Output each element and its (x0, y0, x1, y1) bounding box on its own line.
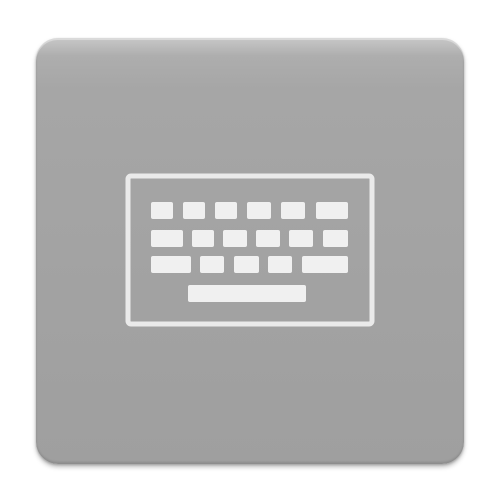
canvas (0, 0, 500, 500)
keyboard-app-icon[interactable] (36, 38, 464, 464)
